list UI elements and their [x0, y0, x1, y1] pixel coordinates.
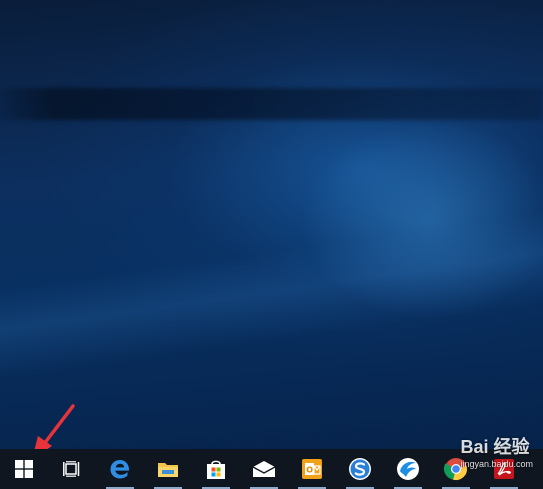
taskbar: O — [0, 449, 543, 489]
qq-browser-button[interactable] — [384, 449, 432, 489]
sogou-browser-button[interactable] — [336, 449, 384, 489]
edge-icon — [110, 460, 130, 479]
outlook-icon: O — [302, 459, 322, 479]
svg-text:O: O — [306, 466, 313, 475]
chrome-button[interactable] — [432, 449, 480, 489]
qq-icon — [397, 458, 419, 480]
task-view-button[interactable] — [48, 449, 96, 489]
mail-button[interactable] — [240, 449, 288, 489]
sogou-icon — [349, 458, 371, 480]
start-button[interactable] — [0, 449, 48, 489]
edge-button[interactable] — [96, 449, 144, 489]
task-view-icon — [63, 461, 80, 477]
windows-logo-icon — [15, 460, 33, 478]
wallpaper-beam — [0, 88, 543, 120]
mail-icon — [252, 461, 276, 477]
pdf-reader-button[interactable] — [480, 449, 528, 489]
file-explorer-button[interactable] — [144, 449, 192, 489]
chrome-icon — [444, 458, 467, 480]
wallpaper-beam-lower — [0, 205, 543, 385]
store-button[interactable] — [192, 449, 240, 489]
desktop: O Bai 经验 jingyan.baidu.com — [0, 0, 543, 489]
folder-icon — [158, 463, 178, 477]
store-bag-icon — [207, 460, 225, 479]
outlook-button[interactable]: O — [288, 449, 336, 489]
pdf-icon — [494, 459, 514, 479]
